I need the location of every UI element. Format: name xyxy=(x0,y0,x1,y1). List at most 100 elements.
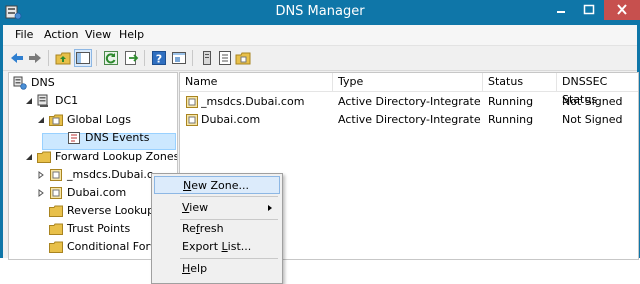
help-label: Help xyxy=(182,260,207,278)
context-menu-export-list[interactable]: Export List... xyxy=(154,238,280,256)
tree-node-conditional-forwarders[interactable]: Conditional Forwar xyxy=(13,239,173,255)
column-header-type[interactable]: Type xyxy=(333,73,483,91)
tree-node-trust-points[interactable]: Trust Points xyxy=(13,221,173,237)
export-list-label: Export List... xyxy=(182,238,251,256)
cell-status: Running xyxy=(488,95,534,108)
zone-icon xyxy=(185,95,199,109)
up-folder-icon[interactable] xyxy=(55,50,71,66)
cell-name: _msdcs.Dubai.com xyxy=(201,95,305,108)
refresh-label-rest: resh xyxy=(199,222,224,235)
window-title: DNS Manager xyxy=(275,4,365,19)
tree-node-dubai-zone[interactable]: Dubai.com xyxy=(13,185,173,201)
context-menu: New Zone... View Refresh Export List... … xyxy=(151,173,283,284)
column-header-name[interactable]: Name xyxy=(180,73,333,91)
folder-icon xyxy=(49,240,63,254)
event-log-icon xyxy=(67,131,81,145)
tree-node-forward-lookup-zones[interactable]: Forward Lookup Zones xyxy=(13,149,177,165)
zone-icon xyxy=(49,168,63,182)
tree-label-dc1: DC1 xyxy=(55,94,79,107)
tree-node-global-logs[interactable]: Global Logs xyxy=(13,112,173,128)
expanded-arrow-icon xyxy=(26,98,32,104)
logs-folder-icon xyxy=(49,113,63,127)
collapsed-arrow-icon xyxy=(38,189,44,197)
cell-name: Dubai.com xyxy=(201,113,261,126)
new-zone-label-access-key: N xyxy=(183,179,192,192)
minimize-button[interactable] xyxy=(548,0,574,20)
table-row[interactable]: _msdcs.Dubai.com Active Directory-Integr… xyxy=(180,93,638,111)
refresh-label: Refresh xyxy=(182,220,224,238)
cell-dnssec: Not Signed xyxy=(562,113,623,126)
zone-icon[interactable] xyxy=(235,50,251,66)
tree-node-reverse-lookup-zones[interactable]: Reverse Lookup Zon xyxy=(13,203,177,219)
properties-icon[interactable] xyxy=(171,50,187,66)
context-menu-view[interactable]: View xyxy=(154,199,280,217)
export-list-label-prefix: Export xyxy=(182,240,222,253)
folder-icon xyxy=(49,204,63,218)
help-icon[interactable]: ? xyxy=(151,50,167,66)
folder-icon xyxy=(49,222,63,236)
menu-action[interactable]: Action xyxy=(44,28,78,41)
expanded-arrow-icon xyxy=(26,154,32,160)
client-area: File Action View Help ? DNS DC1 Global L… xyxy=(3,25,639,284)
tree-label-msdcs-zone: _msdcs.Dubai.c xyxy=(67,168,153,181)
title-bar[interactable]: DNS Manager xyxy=(0,0,640,25)
toolbar-separator xyxy=(96,50,97,66)
toolbar-separator xyxy=(144,50,145,66)
menu-separator xyxy=(180,258,278,259)
cell-type: Active Directory-Integrated Pr... xyxy=(338,95,481,108)
cell-type: Active Directory-Integrated Pr... xyxy=(338,113,481,126)
view-label-rest: iew xyxy=(189,201,209,214)
svg-text:?: ? xyxy=(156,53,162,66)
table-row[interactable]: Dubai.com Active Directory-Integrated Pr… xyxy=(180,111,638,129)
column-header-dnssec[interactable]: DNSSEC Status xyxy=(557,73,638,106)
close-button[interactable] xyxy=(604,0,640,20)
tree-label-dns-events: DNS Events xyxy=(85,131,150,144)
tree-label-dns: DNS xyxy=(31,76,55,89)
export-icon[interactable] xyxy=(123,50,139,66)
tree-node-dc1[interactable]: DC1 xyxy=(13,93,163,109)
zone-icon xyxy=(185,113,199,127)
menu-file[interactable]: File xyxy=(15,28,33,41)
view-label: View xyxy=(182,199,208,217)
server-icon xyxy=(37,94,51,108)
collapsed-arrow-icon xyxy=(38,171,44,179)
submenu-arrow-icon xyxy=(268,205,272,211)
column-header-status[interactable]: Status xyxy=(483,73,557,91)
list-icon[interactable] xyxy=(217,50,233,66)
tree-label-dubai-zone: Dubai.com xyxy=(67,186,127,199)
cell-dnssec: Not Signed xyxy=(562,95,623,108)
export-list-label-rest: ist... xyxy=(227,240,252,253)
help-label-access-key: H xyxy=(182,262,191,275)
new-zone-label: New Zone... xyxy=(183,177,249,195)
help-label-rest: elp xyxy=(190,262,208,275)
tree-node-dns-events[interactable]: DNS Events xyxy=(13,130,173,146)
tree-node-dns[interactable]: DNS xyxy=(13,75,163,91)
list-header: Name Type Status DNSSEC Status xyxy=(180,73,638,106)
expanded-arrow-icon xyxy=(38,117,44,123)
server-icon[interactable] xyxy=(199,50,215,66)
back-icon[interactable] xyxy=(9,50,25,66)
refresh-icon[interactable] xyxy=(103,50,119,66)
toolbar: ? xyxy=(3,46,637,71)
refresh-label-prefix: Re xyxy=(182,222,196,235)
zone-icon xyxy=(49,186,63,200)
context-menu-refresh[interactable]: Refresh xyxy=(154,220,280,238)
menu-help[interactable]: Help xyxy=(119,28,144,41)
forward-icon[interactable] xyxy=(27,50,43,66)
dns-manager-window: DNS Manager File Action View Help ? DNS … xyxy=(0,0,640,284)
context-menu-new-zone[interactable]: New Zone... xyxy=(154,176,280,194)
toolbar-separator xyxy=(48,50,49,66)
maximize-button[interactable] xyxy=(576,0,602,20)
new-zone-label-rest: ew Zone... xyxy=(191,179,249,192)
dns-icon xyxy=(13,76,27,90)
show-hide-tree-icon[interactable] xyxy=(74,49,92,67)
folder-icon xyxy=(37,150,51,164)
tree-node-msdcs-zone[interactable]: _msdcs.Dubai.c xyxy=(13,167,173,183)
menu-view[interactable]: View xyxy=(85,28,111,41)
context-menu-help[interactable]: Help xyxy=(154,260,280,278)
tree-label-trust-points: Trust Points xyxy=(67,222,131,235)
menu-bar: File Action View Help xyxy=(3,25,637,46)
cell-status: Running xyxy=(488,113,534,126)
tree-label-global-logs: Global Logs xyxy=(67,113,131,126)
toolbar-separator xyxy=(192,50,193,66)
